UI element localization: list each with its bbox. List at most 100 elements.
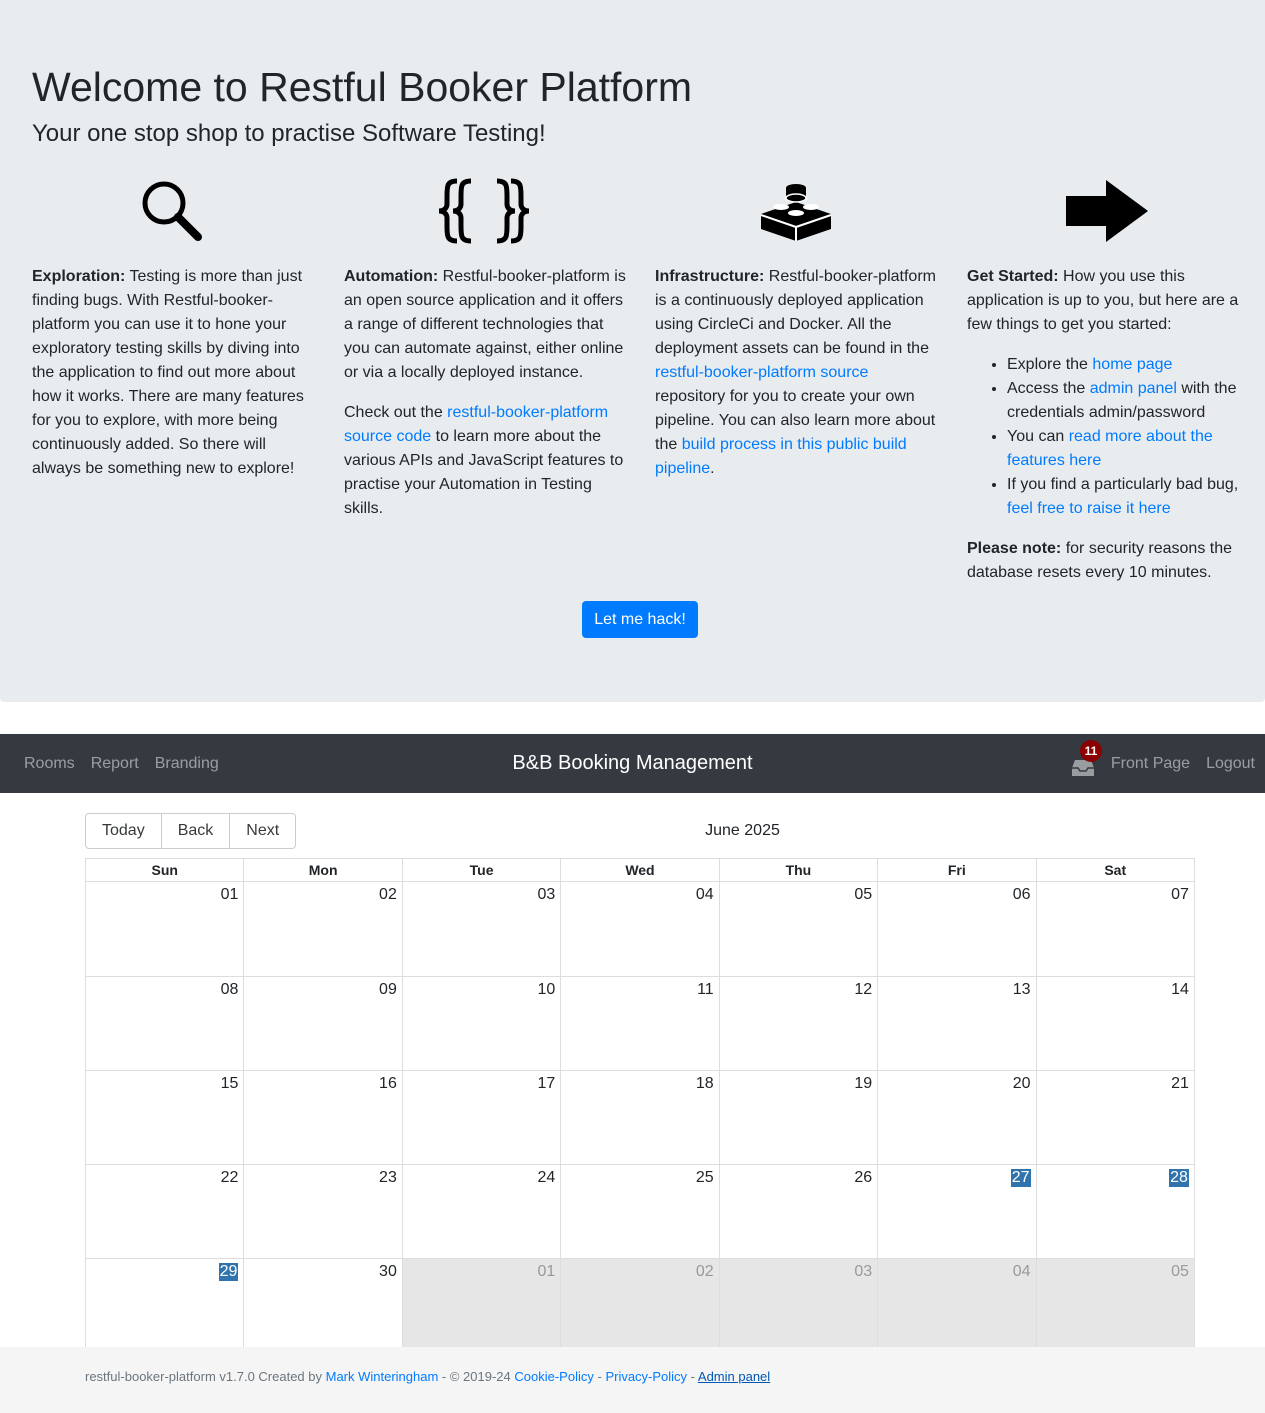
let-me-hack-button[interactable]: Let me hack! xyxy=(582,601,698,638)
day-number[interactable]: 09 xyxy=(379,981,397,999)
calendar-day-cell[interactable]: 22 xyxy=(86,1165,243,1258)
calendar-day-cell[interactable]: 15 xyxy=(86,1071,243,1164)
calendar-day-cell[interactable]: 16 xyxy=(243,1071,401,1164)
footer-admin-panel-link[interactable]: Admin panel xyxy=(698,1369,770,1384)
day-number[interactable]: 13 xyxy=(1013,981,1031,999)
day-number[interactable]: 20 xyxy=(1013,1075,1031,1093)
exploration-column: Exploration: Testing is more than just f… xyxy=(32,265,312,497)
calendar-day-cell[interactable]: 30 xyxy=(243,1259,401,1348)
navbar-brand[interactable]: B&B Booking Management xyxy=(512,752,752,774)
day-number[interactable]: 22 xyxy=(221,1169,239,1187)
day-number[interactable]: 28 xyxy=(1169,1169,1189,1187)
day-number[interactable]: 16 xyxy=(379,1075,397,1093)
day-number[interactable]: 02 xyxy=(696,1263,714,1281)
exploration-heading: Exploration: xyxy=(32,268,126,285)
calendar-day-cell[interactable]: 01 xyxy=(86,882,243,976)
day-number[interactable]: 12 xyxy=(854,981,872,999)
today-button[interactable]: Today xyxy=(85,813,162,849)
calendar-day-cell[interactable]: 05 xyxy=(718,882,877,976)
day-number[interactable]: 01 xyxy=(221,886,239,904)
nav-logout-link[interactable]: Logout xyxy=(1206,755,1255,773)
calendar-day-cell-booked[interactable]: 28 xyxy=(1035,1165,1194,1258)
day-number[interactable]: 19 xyxy=(854,1075,872,1093)
calendar-day-cell[interactable]: 12 xyxy=(718,977,877,1070)
build-pipeline-link[interactable]: build process in this public build pipel… xyxy=(655,436,907,477)
messages-button[interactable]: 11 xyxy=(1071,739,1102,776)
day-number[interactable]: 08 xyxy=(221,981,239,999)
calendar-day-cell-off-range[interactable]: 01 xyxy=(401,1259,561,1348)
day-number[interactable]: 17 xyxy=(537,1075,555,1093)
day-number[interactable]: 21 xyxy=(1171,1075,1189,1093)
source-repo-link[interactable]: restful-booker-platform source xyxy=(655,364,868,381)
calendar-day-cell[interactable]: 09 xyxy=(243,977,401,1070)
day-number[interactable]: 04 xyxy=(696,886,714,904)
day-number[interactable]: 24 xyxy=(537,1169,555,1187)
calendar-day-cell[interactable]: 10 xyxy=(401,977,560,1070)
privacy-policy-link[interactable]: Privacy-Policy xyxy=(605,1369,687,1384)
calendar-day-cell[interactable]: 25 xyxy=(560,1165,718,1258)
day-number[interactable]: 29 xyxy=(218,1263,239,1281)
calendar-day-cell[interactable]: 19 xyxy=(718,1071,877,1164)
calendar-day-cell-off-range[interactable]: 04 xyxy=(877,1259,1036,1348)
calendar-week-row: 01 02 03 04 05 06 07 xyxy=(86,882,1194,976)
day-number[interactable]: 03 xyxy=(854,1263,872,1281)
nav-rooms-link[interactable]: Rooms xyxy=(24,755,75,773)
nav-front-page-link[interactable]: Front Page xyxy=(1111,755,1190,773)
day-number[interactable]: 23 xyxy=(379,1169,397,1187)
raise-bug-link[interactable]: feel free to raise it here xyxy=(1007,500,1171,517)
weekday-header: Wed xyxy=(560,859,718,881)
calendar-day-cell-off-range[interactable]: 02 xyxy=(560,1259,719,1348)
calendar-day-cell[interactable]: 06 xyxy=(877,882,1035,976)
day-number[interactable]: 11 xyxy=(697,981,714,999)
calendar-day-cell[interactable]: 24 xyxy=(401,1165,560,1258)
nav-branding-link[interactable]: Branding xyxy=(155,755,219,773)
calendar-day-cell[interactable]: 02 xyxy=(243,882,401,976)
calendar-day-cell[interactable]: 18 xyxy=(560,1071,718,1164)
day-number[interactable]: 06 xyxy=(1013,886,1031,904)
get-started-column: Get Started: How you use this applicatio… xyxy=(967,265,1257,601)
calendar-day-cell[interactable]: 07 xyxy=(1035,882,1194,976)
day-number[interactable]: 05 xyxy=(854,886,872,904)
calendar-week-row: 22 23 24 25 26 27 28 xyxy=(86,1164,1194,1258)
calendar-day-cell[interactable]: 17 xyxy=(401,1071,560,1164)
back-button[interactable]: Back xyxy=(160,813,231,849)
day-number[interactable]: 01 xyxy=(537,1263,555,1281)
day-number[interactable]: 15 xyxy=(221,1075,239,1093)
cookie-policy-link[interactable]: Cookie-Policy xyxy=(514,1369,593,1384)
day-number[interactable]: 26 xyxy=(854,1169,872,1187)
list-item: Explore the home page xyxy=(1007,353,1257,377)
calendar-day-cell[interactable]: 21 xyxy=(1035,1071,1194,1164)
calendar-day-cell[interactable]: 11 xyxy=(560,977,718,1070)
day-number[interactable]: 27 xyxy=(1010,1169,1031,1187)
day-number[interactable]: 18 xyxy=(696,1075,714,1093)
next-button[interactable]: Next xyxy=(229,813,297,849)
calendar-day-cell-off-range[interactable]: 03 xyxy=(718,1259,878,1348)
calendar-day-cell[interactable]: 20 xyxy=(877,1071,1035,1164)
home-page-link[interactable]: home page xyxy=(1092,356,1172,373)
calendar-day-cell[interactable]: 08 xyxy=(86,977,243,1070)
day-number[interactable]: 04 xyxy=(1013,1263,1031,1281)
list-item: Access the admin panel with the credenti… xyxy=(1007,377,1257,425)
day-number[interactable]: 14 xyxy=(1171,981,1189,999)
day-number[interactable]: 03 xyxy=(537,886,555,904)
nav-report-link[interactable]: Report xyxy=(91,755,139,773)
day-number[interactable]: 25 xyxy=(696,1169,714,1187)
calendar-day-cell-off-range[interactable]: 05 xyxy=(1035,1259,1194,1348)
admin-panel-link[interactable]: admin panel xyxy=(1090,380,1177,397)
calendar-day-cell[interactable]: 23 xyxy=(243,1165,401,1258)
get-started-heading: Get Started: xyxy=(967,268,1059,285)
calendar-day-cell[interactable]: 04 xyxy=(560,882,718,976)
day-number[interactable]: 05 xyxy=(1171,1263,1189,1281)
author-link[interactable]: Mark Winteringham xyxy=(326,1369,439,1384)
calendar-day-cell[interactable]: 26 xyxy=(718,1165,877,1258)
day-number[interactable]: 07 xyxy=(1171,886,1189,904)
day-number[interactable]: 30 xyxy=(379,1263,397,1281)
calendar-day-cell-booked[interactable]: 27 xyxy=(877,1165,1035,1258)
day-number[interactable]: 10 xyxy=(537,981,555,999)
calendar-day-cell[interactable]: 14 xyxy=(1035,977,1194,1070)
calendar-day-cell[interactable]: 13 xyxy=(877,977,1035,1070)
day-number[interactable]: 02 xyxy=(379,886,397,904)
calendar-day-cell-booked[interactable]: 29 xyxy=(86,1259,243,1348)
footer-credit-text: restful-booker-platform v1.7.0 Created b… xyxy=(85,1369,326,1384)
calendar-day-cell[interactable]: 03 xyxy=(401,882,560,976)
